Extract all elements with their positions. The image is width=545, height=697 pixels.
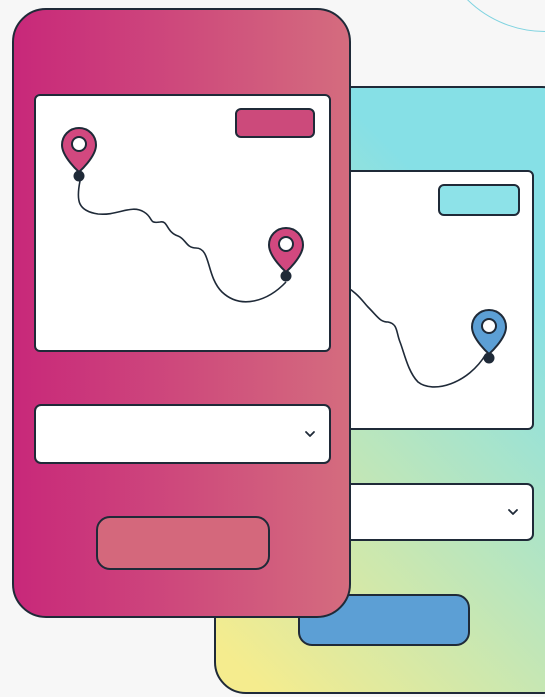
back-map-panel [336, 170, 534, 430]
back-dropdown-select[interactable] [336, 483, 534, 541]
front-phone [12, 8, 351, 618]
front-map-panel [34, 94, 331, 352]
front-action-button[interactable] [96, 516, 270, 570]
decorative-circle [434, 0, 545, 32]
front-origin-pin-icon [60, 126, 98, 184]
chevron-down-icon [506, 505, 520, 519]
illustration [0, 0, 545, 697]
front-dropdown-select[interactable] [34, 404, 331, 464]
chevron-down-icon [303, 427, 317, 441]
front-destination-pin-icon [267, 226, 305, 284]
back-destination-pin-icon [470, 308, 508, 366]
back-route [338, 281, 487, 388]
